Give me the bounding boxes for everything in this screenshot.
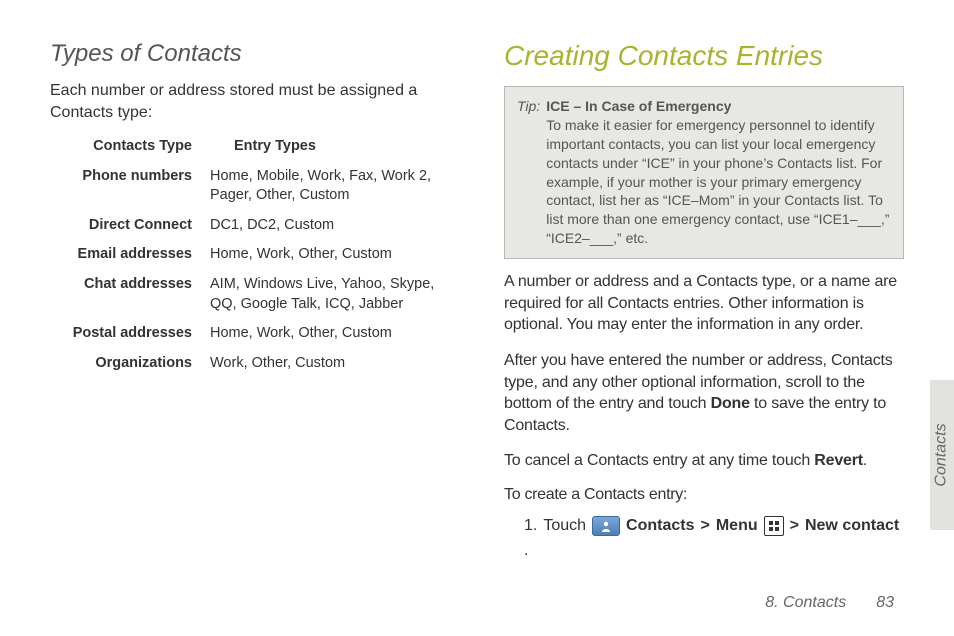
types-intro: Each number or address stored must be as… <box>50 80 470 123</box>
table-row: Email addresses Home, Work, Other, Custo… <box>50 245 470 265</box>
step-contacts: Contacts <box>626 517 694 535</box>
table-key: Direct Connect <box>50 216 210 236</box>
table-row: Phone numbers Home, Mobile, Work, Fax, W… <box>50 167 470 206</box>
step-list: 1. Touch Contacts > Menu <box>524 516 904 560</box>
right-column: Creating Contacts Entries Tip: ICE – In … <box>504 40 904 560</box>
contacts-app-icon <box>592 516 620 536</box>
table-key: Organizations <box>50 354 210 374</box>
step-touch: Touch <box>543 517 586 535</box>
left-column: Types of Contacts Each number or address… <box>50 40 470 560</box>
table-val: Work, Other, Custom <box>210 354 470 374</box>
p3-b: . <box>863 452 867 469</box>
table-val: DC1, DC2, Custom <box>210 216 470 236</box>
types-heading: Types of Contacts <box>50 40 470 68</box>
revert-label: Revert <box>814 452 863 469</box>
tip-label: Tip: <box>517 97 540 248</box>
table-header: Contacts Type Entry Types <box>50 137 470 157</box>
footer-section: 8. Contacts <box>765 594 846 612</box>
side-tab-contacts: Contacts <box>930 380 954 530</box>
done-label: Done <box>711 395 750 412</box>
tip-box: Tip: ICE – In Case of Emergency To make … <box>504 86 904 259</box>
page-footer: 8. Contacts 83 <box>765 594 894 612</box>
chevron-icon: > <box>701 517 710 535</box>
paragraph-done: After you have entered the number or add… <box>504 350 904 436</box>
table-key: Phone numbers <box>50 167 210 206</box>
tip-title: ICE – In Case of Emergency <box>546 98 731 114</box>
tip-body: ICE – In Case of Emergency To make it ea… <box>546 97 891 248</box>
footer-page-number: 83 <box>876 594 894 612</box>
table-row: Organizations Work, Other, Custom <box>50 354 470 374</box>
side-tab-label: Contacts <box>933 423 951 486</box>
table-key: Email addresses <box>50 245 210 265</box>
paragraph-required: A number or address and a Contacts type,… <box>504 271 904 336</box>
table-val: Home, Work, Other, Custom <box>210 245 470 265</box>
creating-heading: Creating Contacts Entries <box>504 40 904 72</box>
paragraph-revert: To cancel a Contacts entry at any time t… <box>504 450 904 472</box>
contacts-type-table: Contacts Type Entry Types Phone numbers … <box>50 137 470 373</box>
step-1: 1. Touch Contacts > Menu <box>524 516 904 560</box>
table-head-val: Entry Types <box>210 137 470 157</box>
step-new-contact: New contact <box>805 517 899 535</box>
table-row: Direct Connect DC1, DC2, Custom <box>50 216 470 236</box>
table-key: Chat addresses <box>50 275 210 314</box>
table-key: Postal addresses <box>50 324 210 344</box>
step-menu: Menu <box>716 517 758 535</box>
step-number: 1. <box>524 517 537 535</box>
menu-grid-icon <box>764 516 784 536</box>
chevron-icon: > <box>790 517 799 535</box>
table-row: Postal addresses Home, Work, Other, Cust… <box>50 324 470 344</box>
create-intro: To create a Contacts entry: <box>504 486 904 504</box>
table-val: Home, Work, Other, Custom <box>210 324 470 344</box>
table-val: AIM, Windows Live, Yahoo, Skype, QQ, Goo… <box>210 275 470 314</box>
tip-text: To make it easier for emergency personne… <box>546 117 889 246</box>
p3-a: To cancel a Contacts entry at any time t… <box>504 452 814 469</box>
table-row: Chat addresses AIM, Windows Live, Yahoo,… <box>50 275 470 314</box>
table-head-key: Contacts Type <box>50 137 210 157</box>
step-period: . <box>524 542 528 560</box>
table-val: Home, Mobile, Work, Fax, Work 2, Pager, … <box>210 167 470 206</box>
